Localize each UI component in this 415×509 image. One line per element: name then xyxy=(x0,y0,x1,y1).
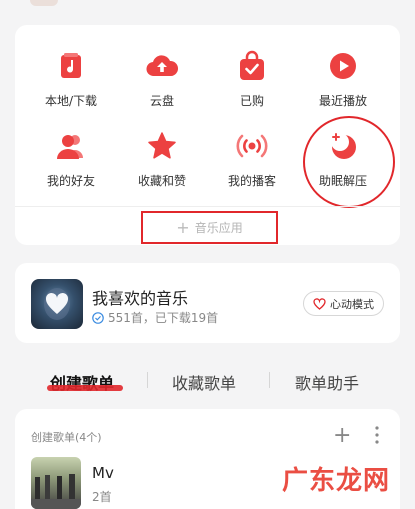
favorite-title: 我喜欢的音乐 xyxy=(92,289,189,308)
app-sleep-relax[interactable]: 助眠解压 xyxy=(295,129,391,203)
app-label: 我的好友 xyxy=(46,174,95,188)
playlists-header: 创建歌单(4个) xyxy=(31,431,102,444)
app-label: 最近播放 xyxy=(318,94,367,108)
friends-icon xyxy=(54,129,88,163)
add-playlist-icon[interactable]: + xyxy=(333,423,351,448)
apps-card: 本地/下载 云盘 已购 最近播放 我的好友 收藏和赞 我的播客 助眠解压 + 音… xyxy=(15,25,400,245)
app-local-download[interactable]: 本地/下载 xyxy=(23,49,119,123)
tab-collected-playlists[interactable]: 收藏歌单 xyxy=(172,370,236,394)
shopping-bag-icon xyxy=(235,49,269,83)
heartbeat-mode-label: 心动模式 xyxy=(330,297,374,311)
tab-separator xyxy=(147,372,148,388)
favorite-subtitle: 551首，已下载19首 xyxy=(92,309,218,326)
app-purchased[interactable]: 已购 xyxy=(204,49,300,123)
heart-icon xyxy=(313,297,326,310)
app-my-friends[interactable]: 我的好友 xyxy=(23,129,119,203)
app-my-podcast[interactable]: 我的播客 xyxy=(204,129,300,203)
app-label: 已购 xyxy=(239,94,264,108)
watermark: 广东龙网 xyxy=(282,466,391,496)
active-tab-indicator xyxy=(47,385,123,391)
tab-separator xyxy=(269,372,270,388)
favorite-count: 551首，已下载19首 xyxy=(108,311,219,325)
app-label: 我的播客 xyxy=(227,174,276,188)
music-apps-label: 音乐应用 xyxy=(194,221,243,235)
playlist-count: 2首 xyxy=(92,490,112,504)
star-icon xyxy=(145,129,179,163)
plus-icon: + xyxy=(176,218,190,237)
app-label: 助眠解压 xyxy=(318,174,367,188)
music-file-icon xyxy=(54,49,88,83)
more-options-icon[interactable] xyxy=(373,425,381,445)
favorite-music-card[interactable]: 我喜欢的音乐 551首，已下载19首 心动模式 xyxy=(15,263,400,343)
downloaded-check-icon xyxy=(92,311,104,324)
favorite-cover xyxy=(31,279,83,329)
music-apps-button[interactable]: + 音乐应用 xyxy=(141,211,278,244)
play-circle-icon xyxy=(326,49,360,83)
heartbeat-mode-button[interactable]: 心动模式 xyxy=(303,291,384,316)
cloud-upload-icon xyxy=(145,49,179,83)
app-grid: 本地/下载 云盘 已购 最近播放 我的好友 收藏和赞 我的播客 助眠解压 xyxy=(15,25,400,208)
app-recent-play[interactable]: 最近播放 xyxy=(295,49,391,123)
moon-icon xyxy=(326,129,360,163)
playlist-tabs: 创建歌单 收藏歌单 歌单助手 xyxy=(0,366,415,398)
playlist-name[interactable]: Mv xyxy=(92,464,114,482)
podcast-icon xyxy=(235,129,269,163)
app-label: 云盘 xyxy=(149,94,174,108)
app-label: 收藏和赞 xyxy=(137,174,186,188)
app-label: 本地/下载 xyxy=(44,94,98,108)
avatar-edge xyxy=(30,0,58,6)
app-favorites-likes[interactable]: 收藏和赞 xyxy=(114,129,210,203)
playlist-cover xyxy=(31,457,81,509)
app-cloud-drive[interactable]: 云盘 xyxy=(114,49,210,123)
tab-playlist-assistant[interactable]: 歌单助手 xyxy=(295,370,359,394)
divider xyxy=(15,206,400,207)
